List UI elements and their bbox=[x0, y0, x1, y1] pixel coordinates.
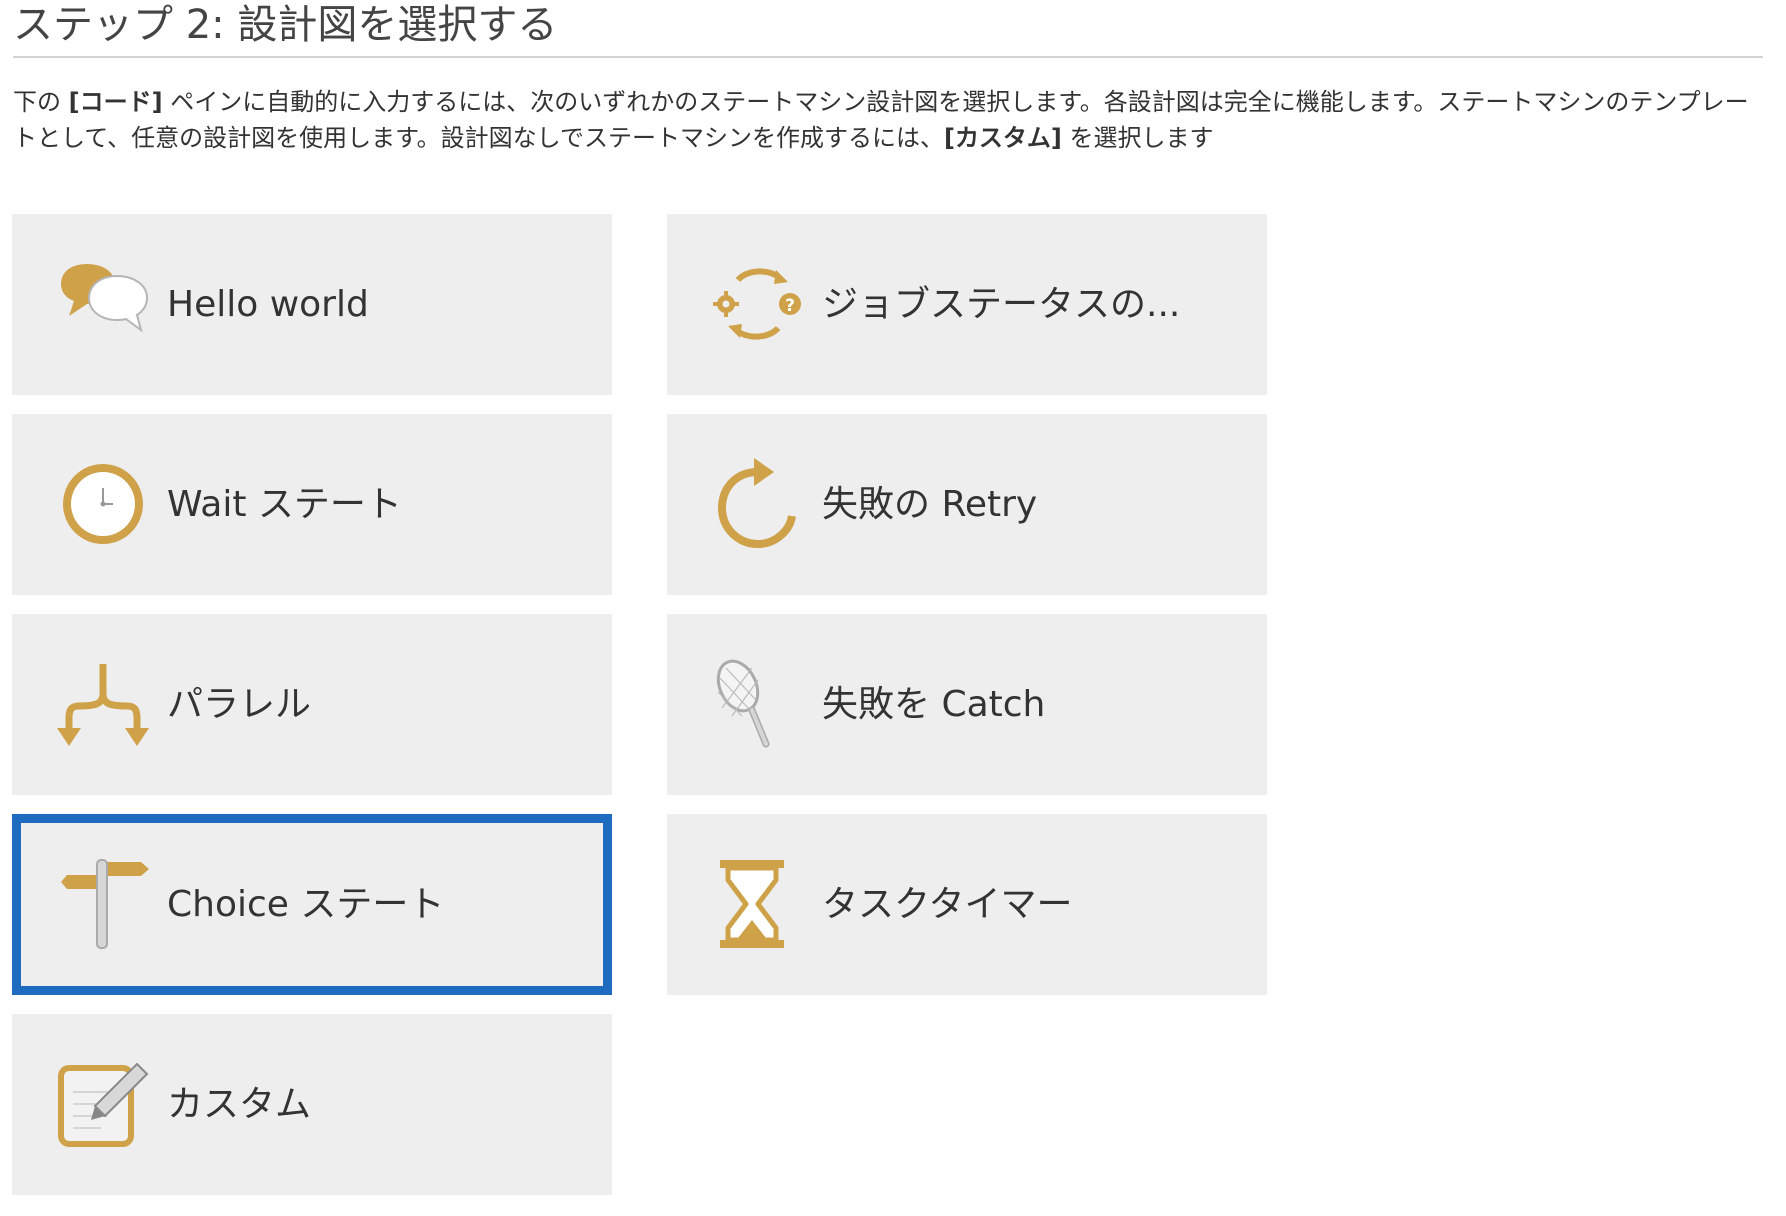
blueprint-tile-wait-state[interactable]: Wait ステート bbox=[12, 414, 612, 595]
blueprint-tile-task-timer[interactable]: タスクタイマー bbox=[667, 814, 1267, 995]
retry-arrow-icon bbox=[717, 458, 796, 549]
split-arrows-icon bbox=[57, 664, 149, 746]
clock-icon bbox=[63, 464, 143, 544]
tile-label: パラレル bbox=[167, 684, 312, 725]
intro-code-label: [コード] bbox=[68, 88, 163, 116]
tile-label: Choice ステート bbox=[167, 884, 445, 925]
blueprint-tile-job-status[interactable]: ? ジョブステータスの... bbox=[667, 214, 1267, 395]
tile-label: カスタム bbox=[167, 1084, 312, 1125]
title-divider bbox=[13, 56, 1763, 58]
intro-part-2: ペインに自動的に入力するには、次のいずれかのステートマシン設計図を選択します。各… bbox=[13, 88, 1749, 152]
intro-custom-label: [カスタム] bbox=[943, 124, 1062, 152]
speech-bubbles-icon bbox=[61, 264, 149, 333]
cycle-gear-question-icon: ? bbox=[713, 268, 801, 340]
notepad-pencil-icon bbox=[58, 1062, 149, 1147]
blueprint-tile-catch-failure[interactable]: 失敗を Catch bbox=[667, 614, 1267, 795]
tile-label: Wait ステート bbox=[167, 484, 402, 525]
page-title: ステップ 2: 設計図を選択する bbox=[13, 2, 558, 48]
intro-text: 下の [コード] ペインに自動的に入力するには、次のいずれかのステートマシン設計… bbox=[13, 84, 1758, 156]
blueprint-step: ステップ 2: 設計図を選択する 下の [コード] ペインに自動的に入力するには… bbox=[0, 0, 1786, 1216]
hourglass-icon bbox=[720, 860, 784, 948]
intro-part-3: を選択します bbox=[1061, 124, 1214, 152]
blueprint-tile-custom[interactable]: カスタム bbox=[12, 1014, 612, 1195]
svg-text:?: ? bbox=[785, 296, 795, 316]
tile-label: タスクタイマー bbox=[822, 884, 1073, 925]
net-icon bbox=[716, 659, 770, 748]
tile-label: 失敗を Catch bbox=[822, 684, 1046, 725]
blueprint-tile-hello-world[interactable]: Hello world bbox=[12, 214, 612, 395]
tile-label: ジョブステータスの... bbox=[822, 284, 1181, 325]
blueprint-tile-choice-state[interactable]: Choice ステート bbox=[12, 814, 612, 995]
blueprint-tile-retry-failure[interactable]: 失敗の Retry bbox=[667, 414, 1267, 595]
intro-part-1: 下の bbox=[13, 88, 69, 116]
tile-label: 失敗の Retry bbox=[822, 484, 1038, 525]
tile-label: Hello world bbox=[167, 284, 369, 325]
blueprint-tile-parallel[interactable]: パラレル bbox=[12, 614, 612, 795]
signpost-icon bbox=[61, 859, 149, 949]
